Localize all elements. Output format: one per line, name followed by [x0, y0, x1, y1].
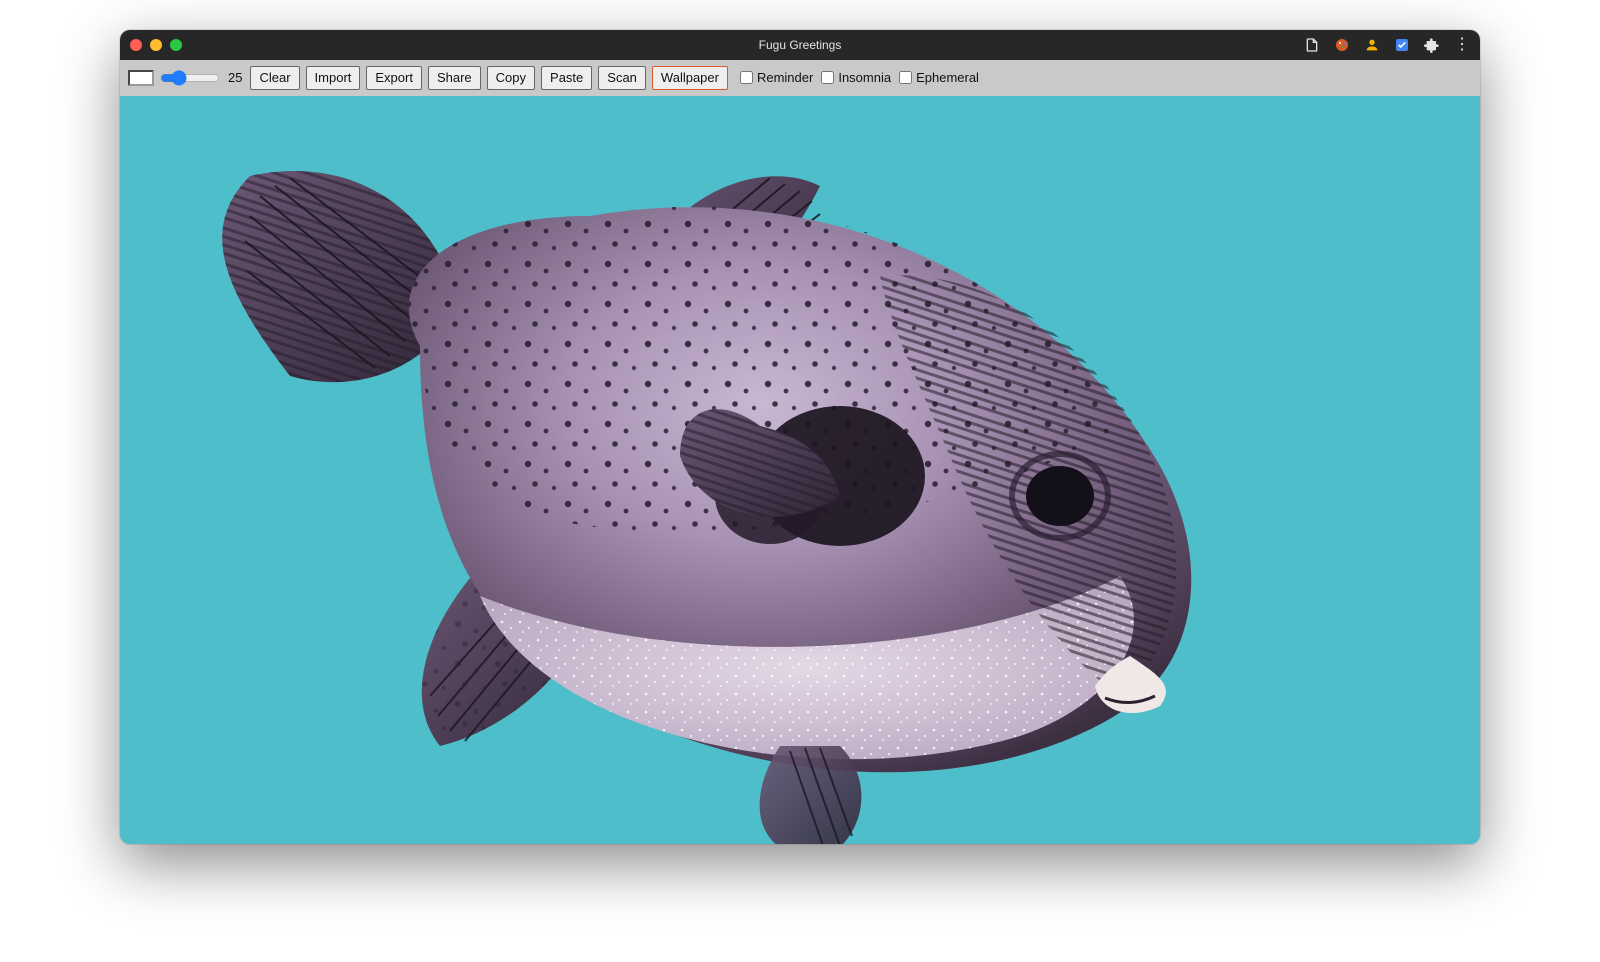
ephemeral-checkbox[interactable]: [899, 71, 912, 84]
menu-icon[interactable]: ⋮: [1454, 37, 1470, 53]
titlebar: Fugu Greetings ⋮: [120, 30, 1480, 60]
titlebar-right-icons: ⋮: [1304, 37, 1470, 53]
paste-button[interactable]: Paste: [541, 66, 592, 90]
ephemeral-checkbox-wrap[interactable]: Ephemeral: [899, 70, 979, 85]
puzzle-icon[interactable]: [1424, 37, 1440, 53]
brush-size-slider[interactable]: [160, 69, 220, 87]
art-palette-icon[interactable]: [1334, 37, 1350, 53]
minimize-window-button[interactable]: [150, 39, 162, 51]
color-swatch[interactable]: [128, 70, 154, 86]
document-icon[interactable]: [1304, 37, 1320, 53]
fugu-fish-image: [120, 96, 1480, 844]
reminder-checkbox[interactable]: [740, 71, 753, 84]
copy-button[interactable]: Copy: [487, 66, 535, 90]
checkbox-icon[interactable]: [1394, 37, 1410, 53]
export-button[interactable]: Export: [366, 66, 422, 90]
import-button[interactable]: Import: [306, 66, 361, 90]
clear-button[interactable]: Clear: [250, 66, 299, 90]
maximize-window-button[interactable]: [170, 39, 182, 51]
close-window-button[interactable]: [130, 39, 142, 51]
toolbar-checkboxes: Reminder Insomnia Ephemeral: [740, 70, 979, 85]
wallpaper-button[interactable]: Wallpaper: [652, 66, 728, 90]
app-window: Fugu Greetings ⋮ 25 Clear Import: [120, 30, 1480, 844]
insomnia-checkbox[interactable]: [821, 71, 834, 84]
scan-button[interactable]: Scan: [598, 66, 646, 90]
reminder-checkbox-wrap[interactable]: Reminder: [740, 70, 813, 85]
insomnia-checkbox-wrap[interactable]: Insomnia: [821, 70, 891, 85]
toolbar: 25 Clear Import Export Share Copy Paste …: [120, 60, 1480, 96]
ephemeral-label: Ephemeral: [916, 70, 979, 85]
person-icon[interactable]: [1364, 37, 1380, 53]
window-controls: [130, 39, 182, 51]
brush-size-value: 25: [228, 70, 242, 85]
share-button[interactable]: Share: [428, 66, 481, 90]
window-title: Fugu Greetings: [120, 38, 1480, 52]
insomnia-label: Insomnia: [838, 70, 891, 85]
canvas[interactable]: [120, 96, 1480, 844]
reminder-label: Reminder: [757, 70, 813, 85]
